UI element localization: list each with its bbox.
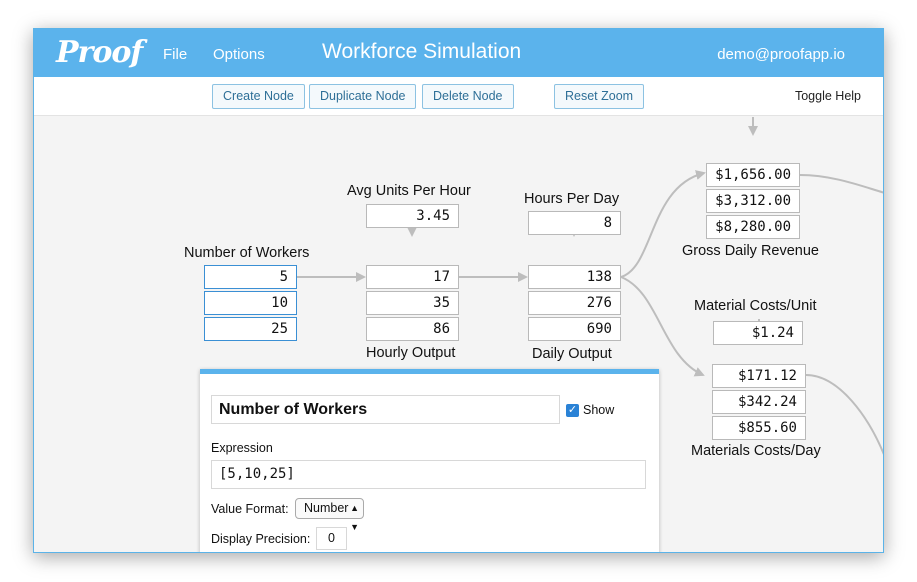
materials-day-cell[interactable]: $855.60 <box>712 416 806 440</box>
graph-canvas[interactable]: Number of Workers 5 10 25 Avg Units Per … <box>34 117 883 552</box>
workers-cell[interactable]: 10 <box>204 291 297 315</box>
hourly-cell[interactable]: 17 <box>366 265 459 289</box>
show-label: Show <box>583 403 615 417</box>
material-cost-unit-label: Material Costs/Unit <box>694 298 817 314</box>
hours-per-day-label: Hours Per Day <box>524 191 620 207</box>
materials-day-cell[interactable]: $342.24 <box>712 390 806 414</box>
materials-day-cell[interactable]: $171.12 <box>712 364 806 388</box>
gross-revenue-label: Gross Daily Revenue <box>682 243 819 259</box>
daily-cell[interactable]: 276 <box>528 291 621 315</box>
edge-daily-materials <box>620 276 705 377</box>
gross-cell[interactable]: $8,280.00 <box>706 215 800 239</box>
menu-file[interactable]: File <box>163 46 187 63</box>
user-email[interactable]: demo@proofapp.io <box>717 46 845 63</box>
avg-units-cell[interactable]: 3.45 <box>366 204 459 228</box>
gross-cell[interactable]: $1,656.00 <box>706 163 800 187</box>
edge-daily-gross <box>620 170 706 278</box>
gross-cell[interactable]: $3,312.00 <box>706 189 800 213</box>
app-window: Proof File Options Workforce Simulation … <box>33 28 884 553</box>
value-format-value: Number <box>304 501 349 515</box>
value-format-label: Value Format: <box>211 502 289 516</box>
toolbar: Create Node Duplicate Node Delete Node R… <box>34 77 883 116</box>
delete-node-button[interactable]: Delete Node <box>422 84 514 109</box>
avg-units-label: Avg Units Per Hour <box>347 183 471 199</box>
hourly-output-label: Hourly Output <box>366 345 456 361</box>
hourly-cell[interactable]: 86 <box>366 317 459 341</box>
expression-label: Expression <box>211 441 273 455</box>
material-cost-unit-cell[interactable]: $1.24 <box>713 321 803 345</box>
workers-cell[interactable]: 5 <box>204 265 297 289</box>
menu-options[interactable]: Options <box>213 46 265 63</box>
display-precision-input[interactable]: 0 <box>316 527 347 550</box>
display-precision-label: Display Precision: <box>211 532 311 546</box>
workers-cell[interactable]: 25 <box>204 317 297 341</box>
materials-day-label: Materials Costs/Day <box>691 443 821 459</box>
expression-input[interactable]: [5,10,25] <box>211 460 646 489</box>
daily-output-label: Daily Output <box>532 346 612 362</box>
hours-per-day-cell[interactable]: 8 <box>528 211 621 235</box>
daily-cell[interactable]: 138 <box>528 265 621 289</box>
duplicate-node-button[interactable]: Duplicate Node <box>309 84 417 109</box>
workers-node-label: Number of Workers <box>184 245 310 261</box>
daily-cell[interactable]: 690 <box>528 317 621 341</box>
show-checkbox[interactable]: ✓ <box>566 404 579 417</box>
create-node-button[interactable]: Create Node <box>212 84 305 109</box>
value-format-select[interactable]: Number ▲ ▼ <box>295 498 364 532</box>
app-title: Workforce Simulation <box>322 40 522 63</box>
node-name-input[interactable]: Number of Workers <box>211 395 560 424</box>
top-nav-bar: Proof File Options Workforce Simulation … <box>34 29 883 77</box>
select-updown-icon: ▲ ▼ <box>350 503 359 532</box>
proof-logo: Proof <box>56 35 143 70</box>
toggle-help-link[interactable]: Toggle Help <box>795 89 861 103</box>
node-editor-panel: Number of Workers ✓ Show Expression [5,1… <box>200 369 659 552</box>
hourly-cell[interactable]: 35 <box>366 291 459 315</box>
edge-gross-out <box>799 174 883 194</box>
reset-zoom-button[interactable]: Reset Zoom <box>554 84 645 109</box>
